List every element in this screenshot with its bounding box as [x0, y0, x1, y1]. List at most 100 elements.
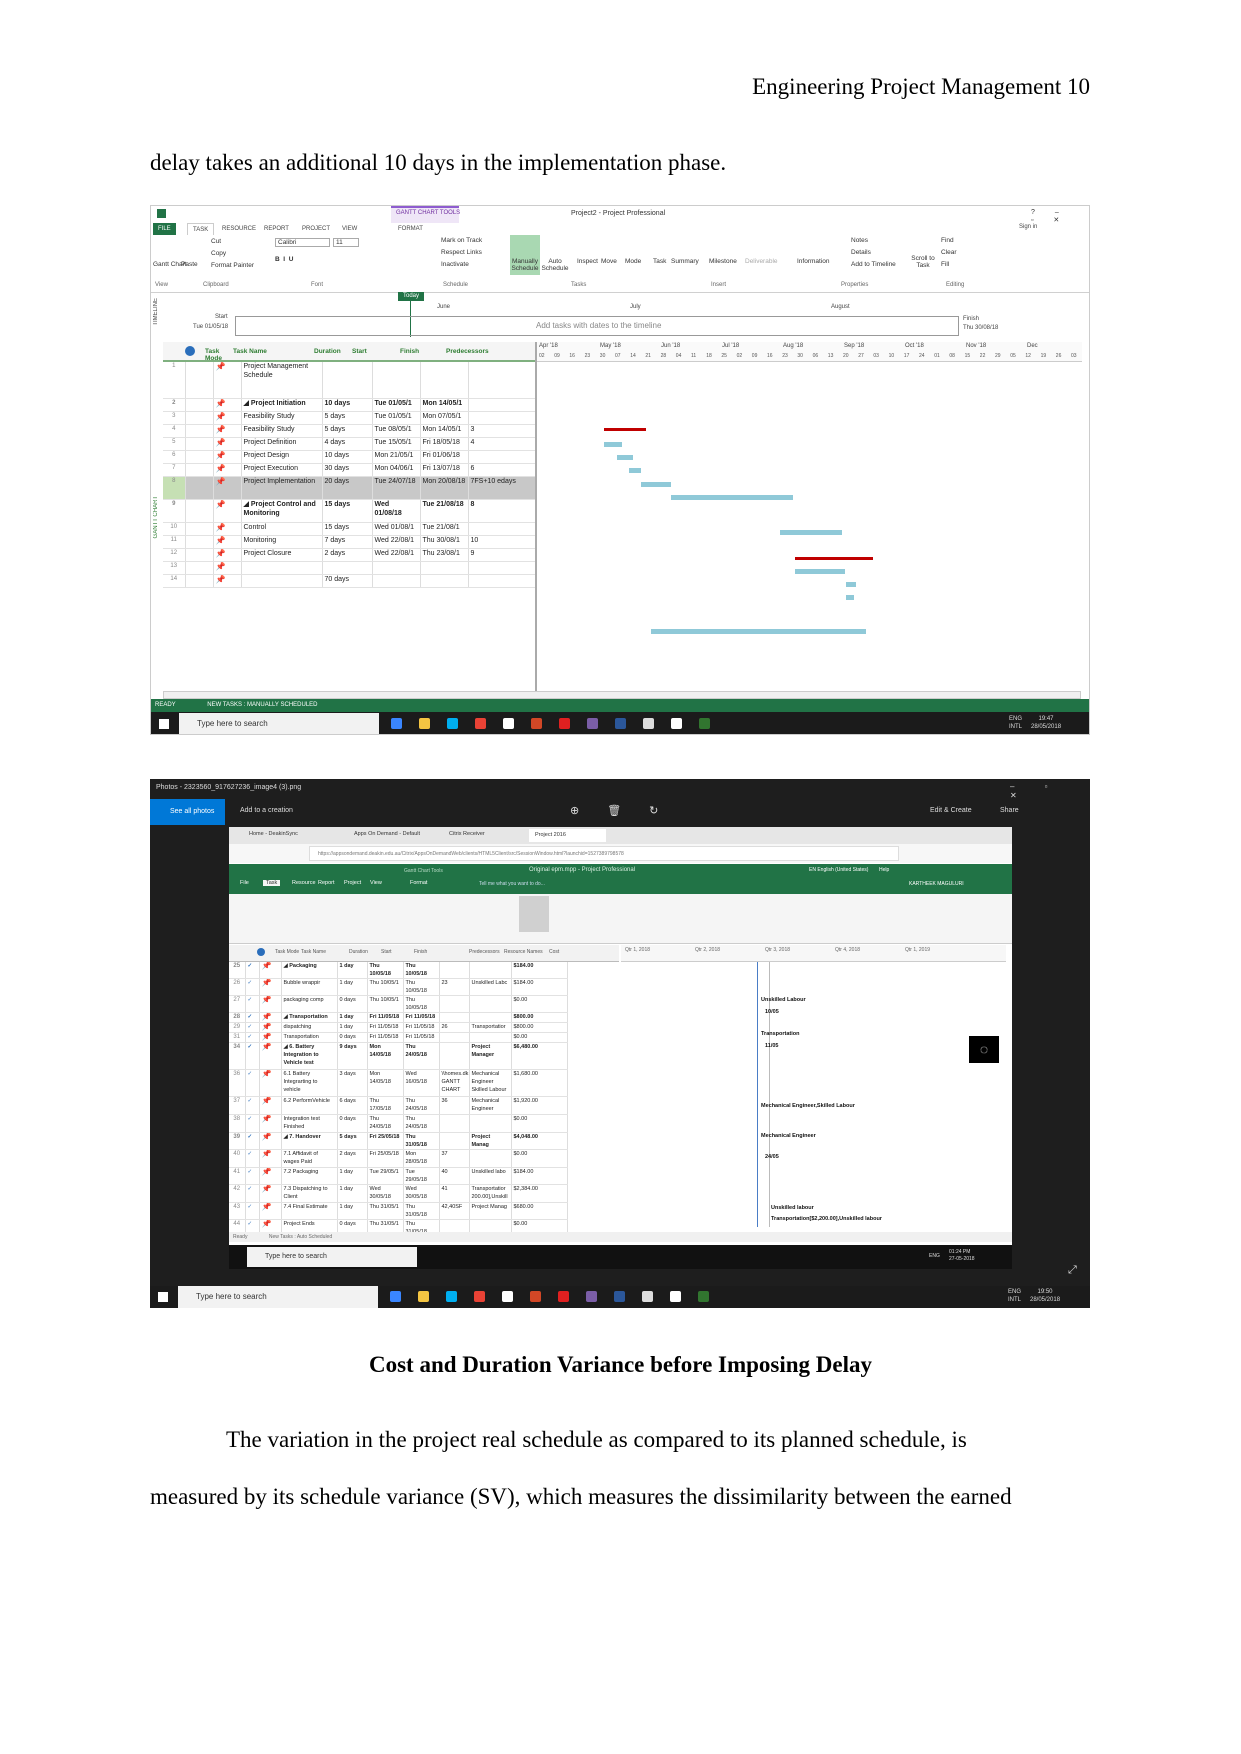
table-cell[interactable]: Mon 14/05/18: [367, 1069, 404, 1097]
table-cell[interactable]: Fri 11/05/18: [403, 1012, 440, 1023]
table-cell[interactable]: 15 days: [322, 522, 373, 536]
table-cell[interactable]: Mon 14/05/18: [367, 1042, 404, 1070]
help-button[interactable]: Help: [879, 867, 889, 873]
see-all-photos-button[interactable]: See all photos: [150, 799, 225, 825]
table-cell[interactable]: [468, 522, 536, 536]
tab-report[interactable]: Report: [315, 880, 338, 886]
table-cell[interactable]: ◢ Project Initiation: [241, 398, 323, 412]
split-divider[interactable]: [535, 342, 537, 692]
table-row[interactable]: 5 📌 Project Definition 4 days Tue 15/05/1 Fri…: [163, 437, 536, 451]
table-cell[interactable]: 7FS+10 edays: [468, 476, 536, 500]
gantt-bar[interactable]: [641, 482, 671, 487]
table-cell[interactable]: 36: [439, 1096, 470, 1115]
column-header[interactable]: Start: [352, 348, 400, 355]
table-cell[interactable]: Fri 13/07/18: [420, 463, 469, 477]
tab-task[interactable]: TASK: [187, 223, 215, 235]
table-cell[interactable]: 1 day: [337, 1184, 368, 1203]
table-cell[interactable]: [322, 362, 373, 399]
table-cell[interactable]: 7.4 Final Estimate: [281, 1202, 338, 1220]
table-cell[interactable]: $184.00: [511, 962, 568, 979]
table-cell[interactable]: 6: [468, 463, 536, 477]
table-row[interactable]: 43 ✓ 📌 7.4 Final Estimate 1 day Thu 31/05/1 Th…: [229, 1202, 568, 1220]
taskbar-app-icon[interactable]: [530, 1291, 541, 1302]
windows-start-icon[interactable]: [159, 719, 169, 729]
table-cell[interactable]: 30 days: [322, 463, 373, 477]
table-cell[interactable]: Tue 15/05/1: [372, 437, 421, 451]
table-cell[interactable]: [439, 1132, 470, 1150]
table-cell[interactable]: ◢ 6. Battery Integration to Vehicle test: [281, 1042, 338, 1070]
table-cell[interactable]: Project Implementation: [241, 476, 323, 500]
taskbar-app-icon[interactable]: [503, 718, 514, 729]
table-cell[interactable]: 10 days: [322, 398, 373, 412]
manually-schedule-button[interactable]: Manually Schedule: [510, 258, 540, 272]
table-cell[interactable]: Tue 21/08/18: [420, 499, 469, 523]
table-cell[interactable]: [469, 1012, 512, 1023]
table-cell[interactable]: 4: [468, 437, 536, 451]
fill-button[interactable]: Fill: [941, 261, 949, 268]
table-cell[interactable]: 1 day: [337, 962, 368, 979]
table-cell[interactable]: 20 days: [322, 476, 373, 500]
window-controls[interactable]: – ▫ ✕: [1010, 782, 1090, 800]
table-row[interactable]: 25 ✓ 📌 ◢ Packaging 1 day Thu 10/05/18 Thu 10/0…: [229, 962, 568, 979]
taskbar-app-icon[interactable]: [671, 718, 682, 729]
taskbar-app-icon[interactable]: [474, 1291, 485, 1302]
gantt-bar[interactable]: [604, 442, 622, 447]
table-cell[interactable]: [372, 362, 421, 399]
table-cell[interactable]: [439, 962, 470, 979]
table-cell[interactable]: Control: [241, 522, 323, 536]
column-header[interactable]: Task Mode: [205, 348, 233, 362]
column-header[interactable]: Task Name: [233, 348, 314, 355]
table-cell[interactable]: Fri 11/05/18: [367, 1022, 404, 1033]
table-cell[interactable]: $0.00: [511, 1114, 568, 1133]
table-cell[interactable]: Integration test Finished: [281, 1114, 338, 1133]
table-cell[interactable]: $4,048.00: [511, 1132, 568, 1150]
tab-report[interactable]: REPORT: [259, 223, 294, 235]
table-cell[interactable]: Wed 16/05/18: [403, 1069, 440, 1097]
table-cell[interactable]: 1 day: [337, 1167, 368, 1185]
table-row[interactable]: 29 ✓ 📌 dispatching 1 day Fri 11/05/18 Fri 11/0…: [229, 1022, 568, 1033]
table-cell[interactable]: Project Design: [241, 450, 323, 464]
table-cell[interactable]: Fri 25/05/18: [367, 1132, 404, 1150]
table-cell[interactable]: dispatching: [281, 1022, 338, 1033]
table-cell[interactable]: [372, 561, 421, 575]
taskbar-app-icon[interactable]: [699, 718, 710, 729]
table-cell[interactable]: Thu 24/05/18: [403, 1096, 440, 1115]
table-cell[interactable]: 9: [468, 548, 536, 562]
column-header[interactable]: Finish: [400, 348, 448, 355]
tell-me-search[interactable]: Tell me what you want to do...: [479, 881, 545, 887]
table-cell[interactable]: $1,920.00: [511, 1096, 568, 1115]
table-cell[interactable]: Fri 11/05/18: [367, 1012, 404, 1023]
table-cell[interactable]: Feasibility Study: [241, 424, 323, 438]
table-cell[interactable]: Project Manag: [469, 1202, 512, 1220]
table-cell[interactable]: $184.00: [511, 978, 568, 996]
add-to-timeline-button[interactable]: Add to Timeline: [851, 261, 896, 268]
tab-view[interactable]: View: [367, 880, 385, 886]
table-cell[interactable]: Thu 31/05/1: [367, 1202, 404, 1220]
table-cell[interactable]: Thu 30/08/1: [420, 535, 469, 549]
zoom-delete-rotate-icons[interactable]: ⊕🗑↻: [570, 804, 686, 817]
taskbar-app-icon[interactable]: [587, 718, 598, 729]
table-cell[interactable]: 1 day: [337, 978, 368, 996]
add-to-creation-button[interactable]: Add to a creation: [240, 807, 293, 814]
milestone-button[interactable]: Milestone: [709, 258, 737, 265]
table-cell[interactable]: Fri 11/05/18: [367, 1032, 404, 1043]
gantt-bar[interactable]: [617, 455, 633, 460]
table-cell[interactable]: 7 days: [322, 535, 373, 549]
table-cell[interactable]: 1 day: [337, 1022, 368, 1033]
cut-button[interactable]: Cut: [211, 238, 221, 245]
deliverable-button[interactable]: Deliverable: [745, 258, 778, 265]
table-cell[interactable]: 15 days: [322, 499, 373, 523]
table-row[interactable]: 8 📌 Project Implementation 20 days Tue 24/07…: [163, 476, 536, 500]
table-cell[interactable]: [322, 561, 373, 575]
table-cell[interactable]: 5 days: [322, 411, 373, 425]
table-cell[interactable]: 0 days: [337, 1114, 368, 1133]
table-row[interactable]: 11 📌 Monitoring 7 days Wed 22/08/1 Thu 30/08/…: [163, 535, 536, 549]
table-row[interactable]: 40 ✓ 📌 7.1 Affidavit of wages Paid 2 days Fri…: [229, 1149, 568, 1168]
clear-button[interactable]: Clear: [941, 249, 957, 256]
table-cell[interactable]: [439, 1012, 470, 1023]
inspect-button[interactable]: Inspect: [577, 258, 598, 265]
summary-button[interactable]: Summary: [671, 258, 699, 265]
table-cell[interactable]: [420, 574, 469, 588]
table-cell[interactable]: Thu 10/05/18: [403, 995, 440, 1013]
clock[interactable]: 19:47 28/05/2018: [1031, 715, 1061, 731]
